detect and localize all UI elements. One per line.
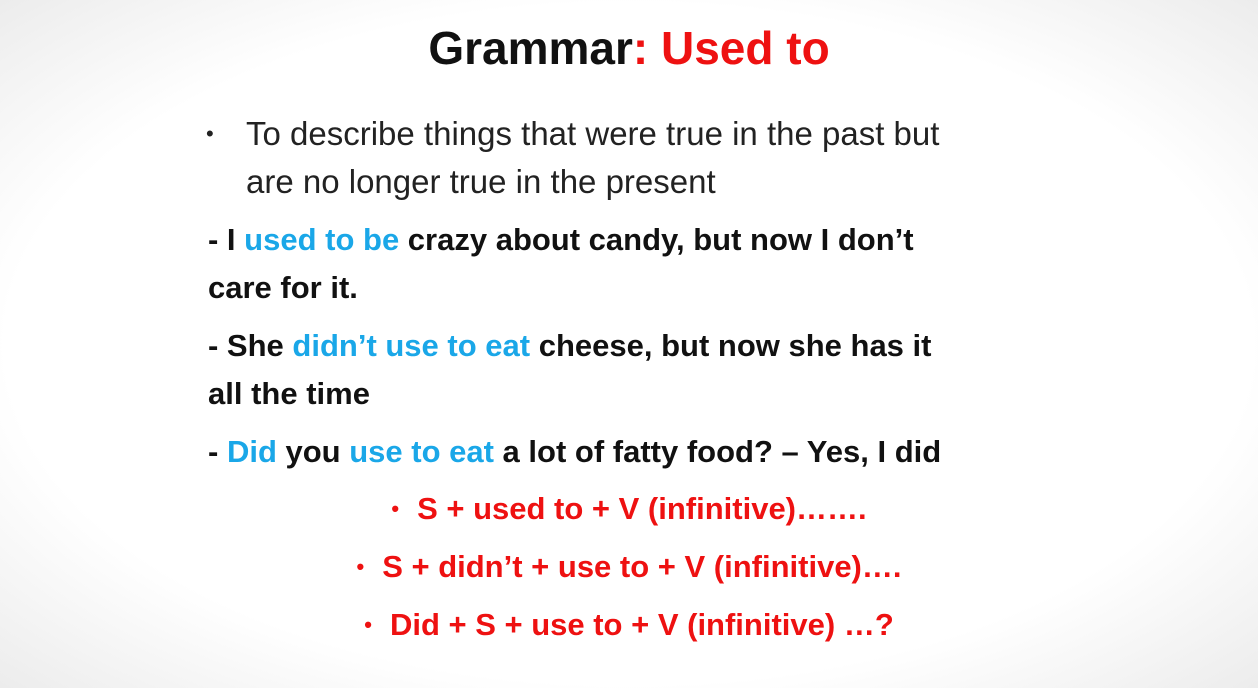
example-2-highlight: didn’t use to eat: [292, 328, 531, 363]
intro-bullet-item: • To describe things that were true in t…: [206, 110, 1066, 206]
example-3-prefix: -: [208, 434, 227, 469]
example-1-rest: crazy about candy, but now I don’t: [399, 222, 914, 257]
example-3-highlight-did: Did: [226, 434, 277, 469]
formula-3-text: Did + S + use to + V (infinitive) …?: [389, 607, 894, 642]
example-3-mid: you: [276, 434, 350, 469]
page-title: Grammar: Used to: [0, 18, 1258, 78]
title-accent: : Used to: [632, 22, 830, 74]
formula-affirmative: • S + used to + V (infinitive)…….: [0, 487, 1258, 531]
example-3-highlight-use-to-eat: use to eat: [349, 434, 494, 469]
example-sentence-3: - Did you use to eat a lot of fatty food…: [208, 428, 1068, 476]
bullet-icon: •: [356, 554, 365, 579]
intro-line-2: are no longer true in the present: [246, 163, 716, 200]
example-2-rest: cheese, but now she has it: [530, 328, 932, 363]
example-sentence-2: - She didn’t use to eat cheese, but now …: [208, 322, 1068, 418]
formula-negative: • S + didn’t + use to + V (infinitive)….: [0, 545, 1258, 589]
bullet-icon: •: [206, 121, 214, 146]
example-1-line-2: care for it.: [208, 270, 358, 305]
intro-line-1: To describe things that were true in the…: [246, 115, 940, 152]
example-2-prefix: - She: [208, 328, 293, 363]
example-sentence-1: - I used to be crazy about candy, but no…: [208, 216, 1068, 312]
example-2-line-1: - She didn’t use to eat cheese, but now …: [208, 322, 1068, 370]
formula-2-text: S + didn’t + use to + V (infinitive)….: [382, 549, 902, 584]
formula-1-text: S + used to + V (infinitive)…….: [417, 491, 867, 526]
title-main: Grammar: [428, 22, 633, 74]
example-2-line-2: all the time: [208, 376, 370, 411]
slide: Grammar: Used to • To describe things th…: [0, 0, 1258, 688]
example-3-rest: a lot of fatty food? – Yes, I did: [493, 434, 942, 469]
example-3-line-1: - Did you use to eat a lot of fatty food…: [208, 428, 1068, 476]
example-1-highlight: used to be: [244, 222, 400, 257]
example-1-prefix: - I: [208, 222, 245, 257]
bullet-icon: •: [391, 496, 400, 521]
formula-question: • Did + S + use to + V (infinitive) …?: [0, 603, 1258, 647]
bullet-icon: •: [364, 612, 372, 637]
example-1-line-1: - I used to be crazy about candy, but no…: [208, 216, 1068, 264]
